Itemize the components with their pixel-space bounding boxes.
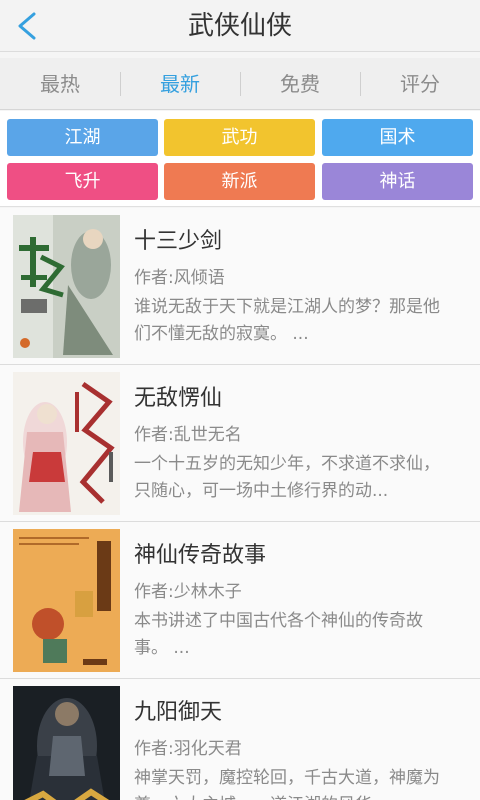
category-xinpai-button[interactable]: 新派 bbox=[164, 163, 315, 200]
book-description: 谁说无敌于天下就是江湖人的梦？那是他们不懂无敌的寂寞。 ... bbox=[134, 297, 440, 344]
category-grid: 江湖 武功 国术 飞升 新派 神话 bbox=[0, 111, 480, 207]
sort-tabs: 最热 最新 免费 评分 bbox=[0, 58, 480, 110]
book-author: 作者:少林木子 bbox=[134, 582, 242, 602]
book-cover-image bbox=[13, 215, 120, 358]
book-description: 神掌天罚，魔控轮回，千古大道，神魔为尊。六大主城，一道江湖的风华... bbox=[134, 768, 440, 800]
book-cover-image bbox=[13, 372, 120, 515]
tab-rating[interactable]: 评分 bbox=[360, 58, 480, 109]
category-guoshu-button[interactable]: 国术 bbox=[322, 119, 473, 156]
book-description: 本书讲述了中国古代各个神仙的传奇故事。 ... bbox=[134, 611, 423, 658]
tab-newest[interactable]: 最新 bbox=[120, 58, 240, 109]
category-feisheng-button[interactable]: 飞升 bbox=[7, 163, 158, 200]
book-title: 无敌愣仙 bbox=[134, 386, 223, 411]
book-title: 神仙传奇故事 bbox=[134, 543, 267, 568]
book-list-item[interactable]: 无敌愣仙 作者:乱世无名 一个十五岁的无知少年，不求道不求仙，只随心，可一场中土… bbox=[0, 365, 480, 522]
book-title: 十三少剑 bbox=[134, 229, 223, 254]
category-shenhua-button[interactable]: 神话 bbox=[322, 163, 473, 200]
book-list-item[interactable]: 十三少剑 作者:风倾语 谁说无敌于天下就是江湖人的梦？那是他们不懂无敌的寂寞。 … bbox=[0, 208, 480, 365]
book-list-item[interactable]: 神仙传奇故事 作者:少林木子 本书讲述了中国古代各个神仙的传奇故事。 ... bbox=[0, 522, 480, 679]
page-title: 武侠仙侠 bbox=[187, 11, 292, 41]
app-header: 武侠仙侠 bbox=[0, 0, 480, 52]
category-wugong-button[interactable]: 武功 bbox=[164, 119, 315, 156]
book-author: 作者:风倾语 bbox=[134, 268, 225, 288]
book-description: 一个十五岁的无知少年，不求道不求仙，只随心，可一场中土修行界的动... bbox=[134, 454, 440, 501]
tab-hottest[interactable]: 最热 bbox=[0, 58, 120, 109]
book-title: 九阳御天 bbox=[134, 700, 223, 725]
book-author: 作者:乱世无名 bbox=[134, 425, 242, 445]
tab-free[interactable]: 免费 bbox=[240, 58, 360, 109]
book-cover-image bbox=[13, 529, 120, 672]
book-author: 作者:羽化天君 bbox=[134, 739, 242, 759]
category-jianghu-button[interactable]: 江湖 bbox=[7, 119, 158, 156]
book-list: 十三少剑 作者:风倾语 谁说无敌于天下就是江湖人的梦？那是他们不懂无敌的寂寞。 … bbox=[0, 208, 480, 800]
book-cover-image bbox=[13, 686, 120, 800]
book-list-item[interactable]: 九阳御天 作者:羽化天君 神掌天罚，魔控轮回，千古大道，神魔为尊。六大主城，一道… bbox=[0, 679, 480, 800]
